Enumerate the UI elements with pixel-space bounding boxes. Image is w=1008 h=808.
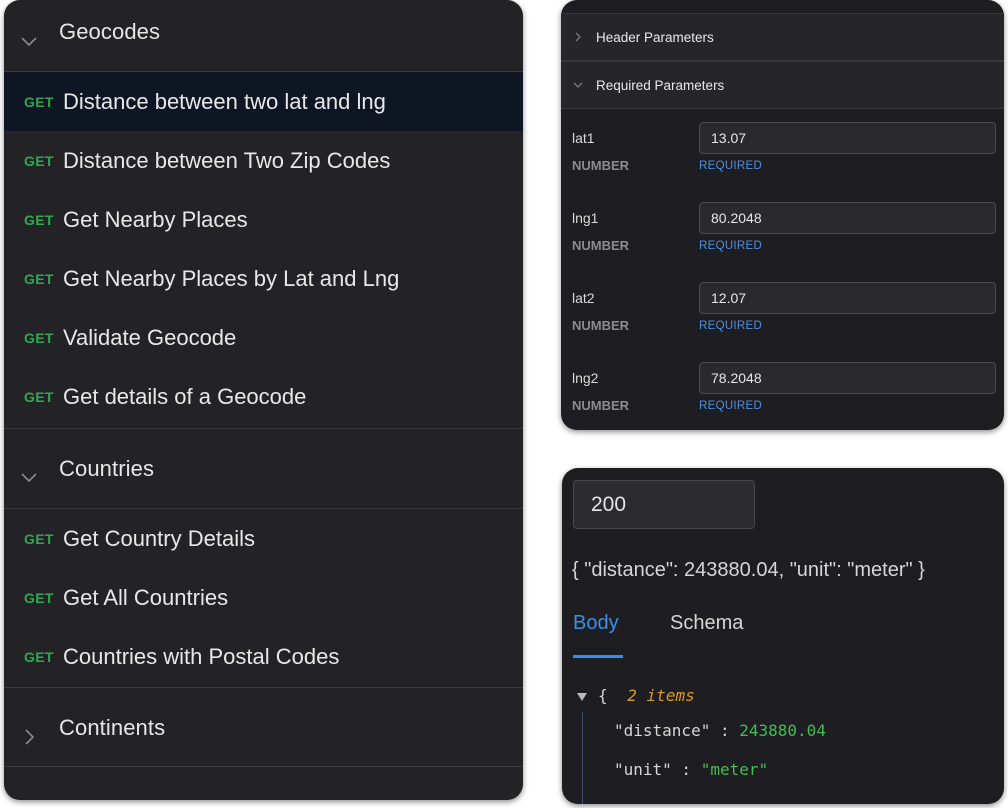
endpoint-geocode-details[interactable]: GET Get details of a Geocode — [4, 367, 523, 426]
chevron-down-icon — [18, 31, 40, 53]
endpoint-label: Countries with Postal Codes — [63, 643, 340, 669]
required-label: REQUIRED — [699, 160, 763, 172]
method-badge: GET — [24, 530, 54, 547]
method-badge: GET — [24, 388, 54, 405]
tree-row-unit: "unit" : "meter" — [614, 760, 768, 779]
required-label: REQUIRED — [699, 240, 763, 252]
endpoint-label: Get Nearby Places — [63, 206, 248, 232]
group-header-continents[interactable]: Continents — [4, 692, 523, 764]
required-label: REQUIRED — [699, 400, 763, 412]
lat2-input[interactable] — [699, 282, 996, 314]
required-label: REQUIRED — [699, 320, 763, 332]
group-title: Continents — [59, 715, 166, 740]
lng1-input[interactable] — [699, 202, 996, 234]
divider — [4, 428, 523, 429]
tree-root-row: { 2 items — [598, 686, 695, 705]
divider — [4, 687, 523, 688]
param-name: lng2 — [572, 370, 599, 386]
tab-body[interactable]: Body — [573, 612, 619, 635]
divider — [4, 766, 523, 767]
endpoint-label: Get details of a Geocode — [63, 383, 307, 409]
item-count: 2 items — [627, 686, 695, 705]
group-header-geocodes[interactable]: Geocodes — [4, 0, 523, 72]
chevron-right-icon — [571, 30, 585, 44]
required-parameters-section[interactable]: Required Parameters — [561, 61, 1004, 109]
section-title: Header Parameters — [596, 29, 714, 45]
method-badge: GET — [24, 152, 54, 169]
response-panel: 200 { "distance": 243880.04, "unit": "me… — [562, 468, 1004, 804]
header-parameters-section[interactable]: Header Parameters — [561, 13, 1004, 61]
endpoint-nearby-places-lat-lng[interactable]: GET Get Nearby Places by Lat and Lng — [4, 249, 523, 308]
json-value: 243880.04 — [739, 721, 826, 740]
json-separator: : — [710, 721, 740, 740]
endpoint-label: Distance between two lat and lng — [63, 88, 386, 114]
chevron-down-icon — [18, 467, 40, 489]
lng2-input[interactable] — [699, 362, 996, 394]
group-title: Geocodes — [59, 19, 161, 44]
json-separator: : — [671, 760, 701, 779]
group-header-countries[interactable]: Countries — [4, 433, 523, 505]
param-type: NUMBER — [572, 238, 630, 253]
endpoint-distance-lat-lng[interactable]: GET Distance between two lat and lng — [4, 72, 523, 131]
endpoint-label: Get All Countries — [63, 584, 229, 610]
active-tab-indicator — [573, 655, 623, 658]
method-badge: GET — [24, 589, 54, 606]
lat1-input[interactable] — [699, 122, 996, 154]
group-title: Countries — [59, 456, 155, 481]
open-brace: { — [598, 686, 608, 705]
endpoint-sidebar: Geocodes GET Distance between two lat an… — [4, 0, 523, 800]
tree-row-distance: "distance" : 243880.04 — [614, 721, 826, 740]
json-value: "meter" — [700, 760, 769, 779]
raw-response-body: { "distance": 243880.04, "unit": "meter"… — [572, 559, 925, 581]
param-type: NUMBER — [572, 158, 630, 173]
param-type: NUMBER — [572, 398, 630, 413]
endpoint-label: Distance between Two Zip Codes — [63, 147, 391, 173]
endpoint-label: Get Nearby Places by Lat and Lng — [63, 265, 400, 291]
param-row-lat2: lat2 NUMBER REQUIRED — [561, 282, 1004, 370]
parameters-panel: Header Parameters Required Parameters la… — [561, 0, 1004, 430]
param-type: NUMBER — [572, 318, 630, 333]
endpoint-label: Get Country Details — [63, 525, 255, 551]
method-badge: GET — [24, 93, 54, 110]
tree-guide-line — [582, 712, 583, 804]
param-name: lng1 — [572, 210, 599, 226]
param-row-lat1: lat1 NUMBER REQUIRED — [561, 122, 1004, 210]
endpoint-label: Validate Geocode — [63, 324, 237, 350]
method-badge: GET — [24, 270, 54, 287]
json-key: "distance" — [614, 721, 711, 740]
section-title: Required Parameters — [596, 77, 725, 93]
method-badge: GET — [24, 329, 54, 346]
endpoint-validate-geocode[interactable]: GET Validate Geocode — [4, 308, 523, 367]
chevron-down-icon — [571, 78, 585, 92]
param-row-lng1: lng1 NUMBER REQUIRED — [561, 202, 1004, 290]
status-code-badge: 200 — [573, 480, 755, 529]
tab-schema[interactable]: Schema — [670, 612, 743, 635]
param-row-lng2: lng2 NUMBER REQUIRED — [561, 362, 1004, 430]
endpoint-country-details[interactable]: GET Get Country Details — [4, 509, 523, 568]
endpoint-all-countries[interactable]: GET Get All Countries — [4, 568, 523, 627]
param-name: lat1 — [572, 130, 595, 146]
chevron-right-icon — [18, 726, 40, 748]
method-badge: GET — [24, 211, 54, 228]
caret-down-icon[interactable] — [576, 687, 588, 701]
method-badge: GET — [24, 648, 54, 665]
param-name: lat2 — [572, 290, 595, 306]
json-key: "unit" — [614, 760, 672, 779]
endpoint-countries-postal-codes[interactable]: GET Countries with Postal Codes — [4, 627, 523, 686]
endpoint-nearby-places[interactable]: GET Get Nearby Places — [4, 190, 523, 249]
endpoint-distance-zip[interactable]: GET Distance between Two Zip Codes — [4, 131, 523, 190]
